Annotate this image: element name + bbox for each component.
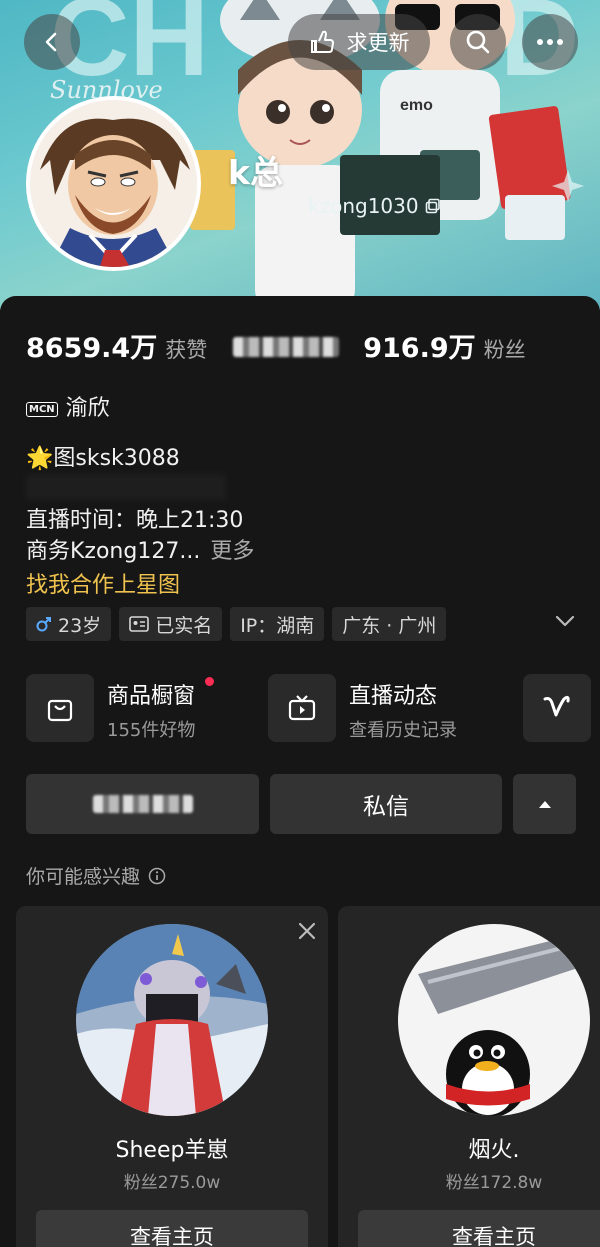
chevron-down-icon[interactable] <box>554 614 576 628</box>
bio-line-1: 🌟图sksk3088 <box>26 446 180 471</box>
id-card-icon <box>129 616 149 632</box>
v-logo-icon <box>543 695 570 717</box>
recommend-name: 烟火. <box>468 1138 520 1163</box>
live-history-title: 直播动态 <box>349 684 438 709</box>
svg-text:emo: emo <box>400 97 433 114</box>
search-button[interactable] <box>450 14 506 70</box>
recommend-avatar[interactable] <box>398 924 590 1116</box>
live-icon-box <box>268 674 336 742</box>
search-icon <box>466 30 490 54</box>
tag-age: 23岁 <box>26 607 112 641</box>
tag-ip-label: IP：湖南 <box>240 614 315 637</box>
request-update-label: 求更新 <box>346 31 410 55</box>
recommend-avatar[interactable] <box>76 924 268 1116</box>
view-profile-label: 查看主页 <box>452 1225 536 1247</box>
tag-ip: IP：湖南 <box>230 607 325 641</box>
recommend-name: Sheep羊崽 <box>115 1138 229 1163</box>
shop-window-title: 商品橱窗 <box>107 684 196 709</box>
more-options-button[interactable] <box>522 14 578 70</box>
vlog-entry[interactable] <box>523 674 591 742</box>
more-dots-icon <box>537 39 563 45</box>
profile-stats: 8659.4万 获赞 916.9万 粉丝 <box>26 326 526 366</box>
mcn-badge: MCN <box>26 402 58 417</box>
view-profile-label: 查看主页 <box>130 1225 214 1247</box>
bio-business-row[interactable]: 商务Kzong127... 更多 <box>26 533 254 565</box>
profile-info-panel: 8659.4万 获赞 916.9万 粉丝 MCN 渝欣 🌟图sksk3088 直播… <box>0 296 600 1247</box>
recommend-fans: 粉丝172.8w <box>445 1173 543 1193</box>
tag-verified: 已实名 <box>119 607 223 641</box>
message-button[interactable]: 私信 <box>270 774 502 834</box>
thumb-pointer-icon <box>310 30 334 53</box>
mcn-row[interactable]: MCN 渝欣 <box>26 390 110 422</box>
bio-business: 商务Kzong127... <box>26 539 201 564</box>
following-count-redacted[interactable] <box>233 337 340 357</box>
collapse-recommend-button[interactable] <box>513 774 576 834</box>
view-profile-button[interactable]: 查看主页 <box>358 1210 600 1247</box>
fans-label: 粉丝 <box>483 338 526 362</box>
likes-label: 获赞 <box>165 338 208 362</box>
back-button[interactable] <box>24 14 80 70</box>
chevron-left-icon <box>45 32 57 52</box>
live-history-subtitle: 查看历史记录 <box>349 720 457 741</box>
message-label: 私信 <box>363 794 409 820</box>
star-map-link[interactable]: 找我合作上星图 <box>26 567 180 599</box>
male-icon <box>36 617 51 632</box>
request-update-button[interactable]: 求更新 <box>288 14 430 70</box>
likes-count: 8659.4万 <box>26 333 158 364</box>
recommend-card[interactable]: 烟火. 粉丝172.8w 查看主页 <box>338 906 600 1247</box>
copy-icon[interactable] <box>425 198 441 214</box>
profile-avatar[interactable] <box>26 96 201 271</box>
notification-dot <box>205 677 214 686</box>
recommend-header: 你可能感兴趣 <box>26 862 166 889</box>
tag-location-label: 广东 · 广州 <box>342 614 437 637</box>
profile-cover: CH D emo Sunnlove <box>0 0 600 310</box>
recommend-card[interactable]: Sheep羊崽 粉丝275.0w 查看主页 <box>16 906 328 1247</box>
shopping-bag-icon <box>47 699 73 722</box>
info-icon[interactable] <box>148 867 166 885</box>
profile-tags: 23岁 已实名 IP：湖南 广东 · 广州 <box>26 607 447 641</box>
recommend-fans: 粉丝275.0w <box>123 1173 221 1193</box>
tag-location: 广东 · 广州 <box>332 607 447 641</box>
mcn-name: 渝欣 <box>65 396 110 421</box>
tv-icon <box>288 695 316 721</box>
fans-count[interactable]: 916.9万 <box>363 326 475 365</box>
follow-button-redacted[interactable] <box>26 774 259 834</box>
tag-age-label: 23岁 <box>58 614 102 637</box>
view-profile-button[interactable]: 查看主页 <box>36 1210 308 1247</box>
bio-more-link[interactable]: 更多 <box>210 539 254 564</box>
bio-live-time: 直播时间：晚上21:30 <box>26 508 244 533</box>
user-id-text: kzong1030 <box>308 194 419 218</box>
shop-window-subtitle: 155件好物 <box>107 720 196 741</box>
tag-verified-label: 已实名 <box>155 614 213 637</box>
triangle-up-icon <box>538 801 551 808</box>
profile-user-id[interactable]: kzong1030 <box>308 194 441 218</box>
recommend-label: 你可能感兴趣 <box>26 866 141 888</box>
close-icon[interactable] <box>298 922 316 940</box>
shop-window-icon-box <box>26 674 94 742</box>
profile-username: k总 <box>228 153 283 192</box>
redacted-line <box>26 474 226 500</box>
redacted-label <box>92 795 193 813</box>
